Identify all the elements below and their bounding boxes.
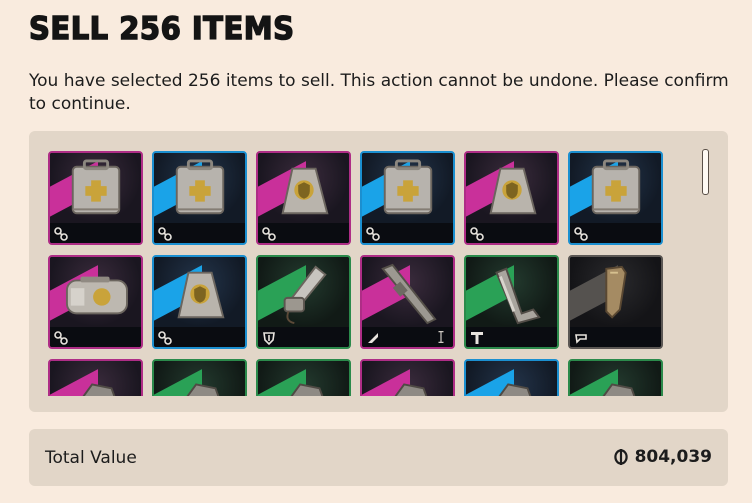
- medical-crate-image: [383, 159, 433, 215]
- component-icon: [54, 330, 68, 345]
- item-tile-rifle-barrel[interactable]: [360, 255, 455, 349]
- partial-item-image: [290, 383, 324, 396]
- item-tile-shield-crate[interactable]: [152, 255, 247, 349]
- item-tile-partial-item[interactable]: [256, 359, 351, 396]
- item-tile-footer: [466, 223, 557, 243]
- item-tile-grip-handle[interactable]: [464, 255, 559, 349]
- text-cursor-icon: [438, 331, 444, 343]
- component-icon: [158, 330, 172, 345]
- shield-crate-image: [281, 167, 329, 215]
- item-tile-leg-mod[interactable]: [256, 255, 351, 349]
- item-tile-partial-item[interactable]: [360, 359, 455, 396]
- items-grid: [48, 151, 698, 396]
- component-icon: [574, 226, 588, 241]
- item-tile-medical-capsule[interactable]: [48, 255, 143, 349]
- component-icon: [158, 226, 172, 241]
- shield-crate-image: [177, 271, 225, 319]
- medical-crate-image: [71, 159, 121, 215]
- item-tile-medical-crate[interactable]: [568, 151, 663, 245]
- item-tile-footer: [50, 223, 141, 243]
- item-tile-partial-item[interactable]: [464, 359, 559, 396]
- grip-handle-image: [495, 267, 541, 325]
- item-tile-footer: [362, 223, 453, 243]
- item-tile-partial-item[interactable]: [568, 359, 663, 396]
- partial-item-image: [394, 383, 428, 396]
- total-value-amount-group: 804,039: [613, 447, 712, 467]
- total-value-amount: 804,039: [634, 447, 712, 467]
- partial-item-image: [498, 383, 532, 396]
- rifle-barrel-image: [381, 263, 437, 325]
- credits-icon: [613, 449, 628, 465]
- item-tile-footer: [570, 223, 661, 243]
- component-icon: [262, 226, 276, 241]
- item-tile-footer: [154, 223, 245, 243]
- item-tile-shield-crate[interactable]: [256, 151, 351, 245]
- medical-crate-image: [591, 159, 641, 215]
- total-value-label: Total Value: [45, 448, 137, 468]
- component-icon: [366, 226, 380, 241]
- item-tile-footer: [50, 327, 141, 347]
- medical-crate-image: [175, 159, 225, 215]
- item-tile-medical-crate[interactable]: [360, 151, 455, 245]
- component-icon: [54, 226, 68, 241]
- partial-item-image: [82, 383, 116, 396]
- component-icon: [470, 226, 484, 241]
- shield-mod-icon: [262, 330, 276, 346]
- item-tile-footer: [466, 327, 557, 347]
- item-tile-medical-crate[interactable]: [152, 151, 247, 245]
- leg-mod-image: [283, 265, 327, 325]
- dialog-title: SELL 256 ITEMS: [28, 9, 295, 47]
- weapon-mod-icon: [366, 330, 380, 344]
- item-tile-footer: [258, 223, 349, 243]
- total-value-panel: Total Value 804,039: [29, 429, 728, 486]
- item-tile-partial-item[interactable]: [48, 359, 143, 396]
- items-scrollbar[interactable]: [702, 149, 709, 195]
- stock-icon: [574, 330, 588, 344]
- tool-icon: [470, 330, 484, 344]
- item-tile-shield-crate[interactable]: [464, 151, 559, 245]
- item-tile-stock-part[interactable]: [568, 255, 663, 349]
- item-tile-footer: [570, 327, 661, 347]
- dialog-description: You have selected 256 items to sell. Thi…: [29, 71, 729, 114]
- partial-item-image: [186, 383, 220, 396]
- item-tile-footer: [258, 327, 349, 347]
- item-tile-partial-item[interactable]: [152, 359, 247, 396]
- items-grid-panel: [29, 131, 728, 412]
- stock-part-image: [605, 265, 627, 319]
- partial-item-image: [602, 383, 636, 396]
- shield-crate-image: [489, 167, 537, 215]
- item-tile-medical-crate[interactable]: [48, 151, 143, 245]
- medical-capsule-image: [65, 276, 128, 315]
- item-tile-footer: [154, 327, 245, 347]
